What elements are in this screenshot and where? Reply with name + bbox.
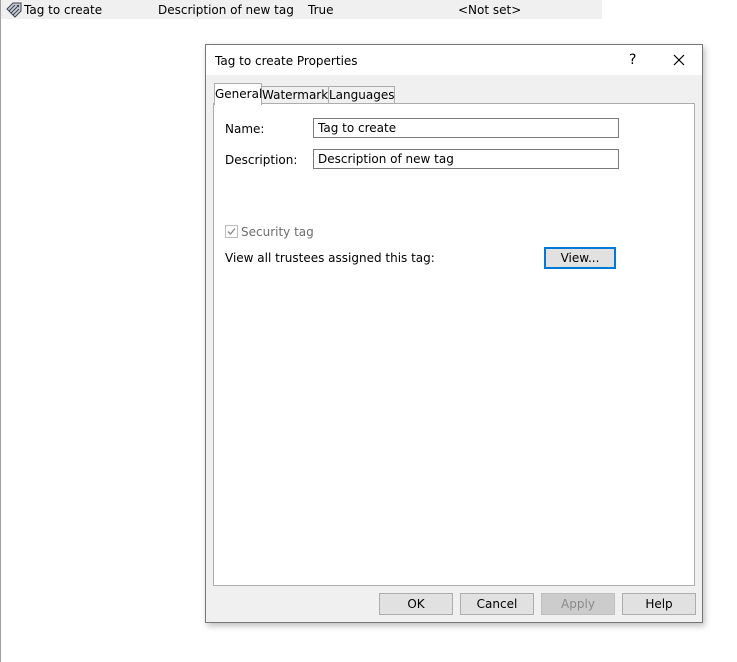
ok-button[interactable]: OK — [379, 593, 453, 615]
row-name-cell: Tag to create — [24, 3, 103, 17]
checkmark-icon — [227, 228, 236, 235]
row-security-cell: True — [308, 3, 334, 17]
security-tag-label: Security tag — [241, 225, 314, 239]
view-trustees-button[interactable]: View... — [544, 247, 616, 269]
row-description-cell: Description of new tag — [158, 3, 294, 17]
description-label: Description: — [225, 153, 298, 167]
security-tag-checkbox[interactable] — [225, 225, 238, 238]
dialog-titlebar[interactable]: Tag to create Properties ? — [206, 45, 702, 75]
tab-general[interactable]: General — [214, 83, 262, 105]
view-trustees-label: View all trustees assigned this tag: — [225, 251, 435, 265]
dialog-title: Tag to create Properties — [215, 54, 358, 68]
tab-watermark[interactable]: Watermark — [261, 86, 329, 104]
help-question-button[interactable]: ? — [629, 51, 636, 69]
tag-icon — [6, 2, 22, 18]
name-label: Name: — [225, 122, 265, 136]
general-tab-panel: Name: Tag to create Description: Descrip… — [213, 103, 695, 586]
help-button[interactable]: Help — [622, 593, 696, 615]
cancel-button[interactable]: Cancel — [460, 593, 534, 615]
window-left-edge — [0, 0, 1, 662]
name-field[interactable]: Tag to create — [313, 118, 619, 138]
description-field[interactable]: Description of new tag — [313, 149, 619, 169]
table-row[interactable]: Tag to create Description of new tag Tru… — [1, 0, 602, 19]
properties-dialog: Tag to create Properties ? General Water… — [205, 44, 703, 623]
tab-languages[interactable]: Languages — [328, 86, 395, 104]
close-icon[interactable] — [671, 52, 687, 68]
apply-button[interactable]: Apply — [541, 593, 615, 615]
row-watermark-cell: <Not set> — [458, 3, 522, 17]
